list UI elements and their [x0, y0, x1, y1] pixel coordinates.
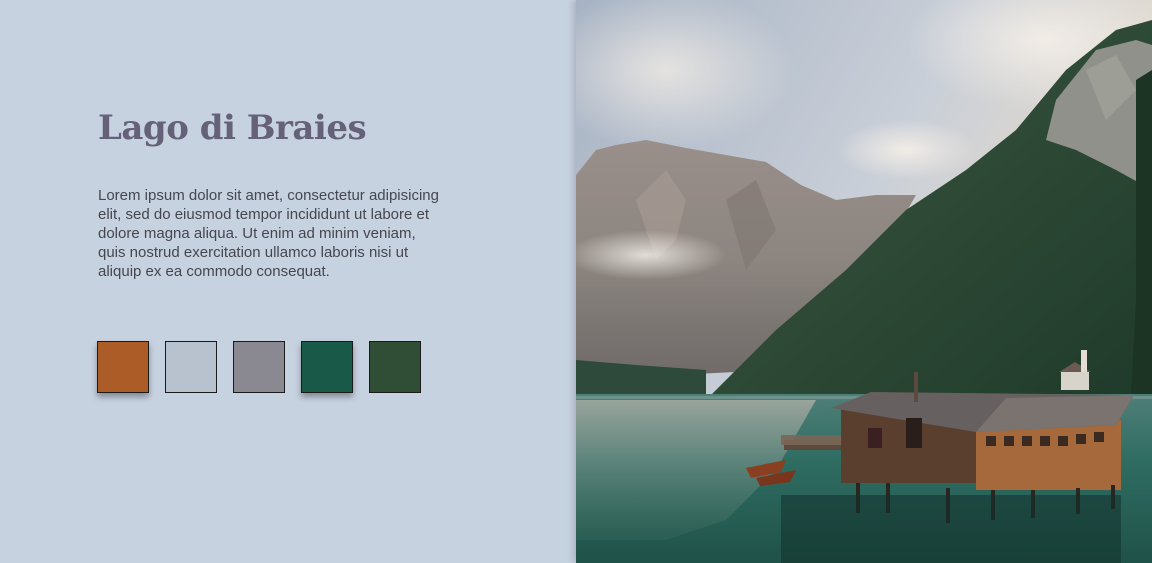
description-text: Lorem ipsum dolor sit amet, consectetur …	[98, 187, 439, 280]
info-panel: Lago di Braies Lorem ipsum dolor sit ame…	[0, 0, 576, 563]
swatch-gray[interactable]	[233, 341, 285, 393]
landscape-photo	[576, 0, 1152, 563]
swatch-pale-blue-gray[interactable]	[165, 341, 217, 393]
page: Lago di Braies Lorem ipsum dolor sit ame…	[0, 0, 1152, 563]
color-palette	[97, 341, 421, 393]
swatch-burnt-orange[interactable]	[97, 341, 149, 393]
swatch-forest-green[interactable]	[369, 341, 421, 393]
swatch-teal-green[interactable]	[301, 341, 353, 393]
page-title: Lago di Braies	[98, 108, 367, 148]
landscape-photo-image	[576, 0, 1152, 563]
